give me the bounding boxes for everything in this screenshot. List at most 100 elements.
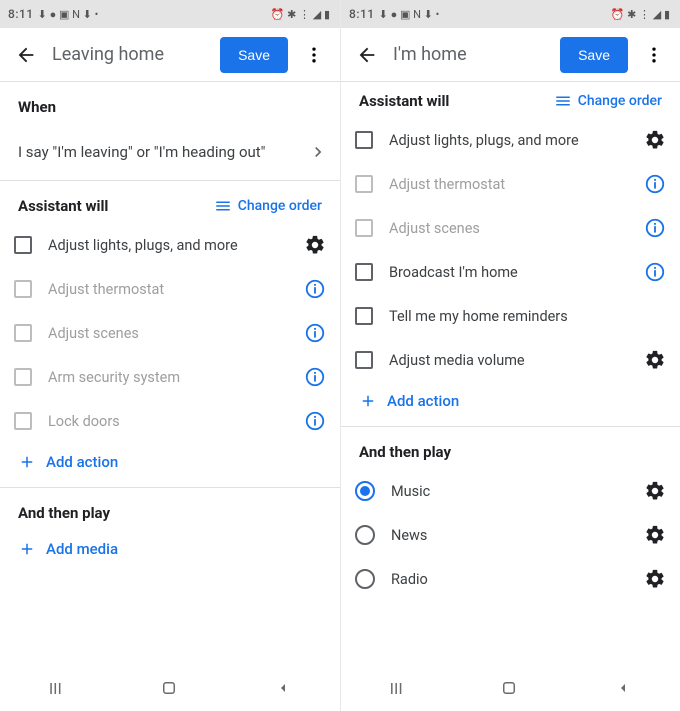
- section-when: When: [0, 82, 340, 124]
- action-label: Arm security system: [48, 369, 180, 386]
- checkbox[interactable]: [355, 307, 373, 325]
- checkbox[interactable]: [14, 412, 32, 430]
- gear-icon[interactable]: [644, 129, 666, 151]
- action-label: Adjust thermostat: [389, 176, 505, 193]
- action-item[interactable]: Adjust thermostat: [341, 162, 680, 206]
- action-label: Adjust scenes: [48, 325, 139, 342]
- radio-button[interactable]: [355, 569, 375, 589]
- action-item[interactable]: Tell me my home reminders: [341, 294, 680, 338]
- screen-im-home: 8:11 ⬇ ● ▣ N ⬇ • ⏰ ✱ ⋮ ◢ ▮ I'm home Save…: [340, 0, 680, 711]
- play-option[interactable]: Radio: [341, 557, 680, 601]
- app-bar: I'm home Save: [341, 28, 680, 82]
- action-item[interactable]: Adjust lights, plugs, and more: [341, 118, 680, 162]
- info-icon[interactable]: [644, 173, 666, 195]
- info-icon[interactable]: [304, 410, 326, 432]
- arrow-left-icon: [15, 44, 37, 66]
- checkbox[interactable]: [14, 236, 32, 254]
- action-label: Adjust scenes: [389, 220, 480, 237]
- status-bar: 8:11 ⬇ ● ▣ N ⬇ • ⏰ ✱ ⋮ ◢ ▮: [0, 0, 340, 28]
- back-button[interactable]: [351, 39, 383, 71]
- checkbox[interactable]: [355, 175, 373, 193]
- gear-icon[interactable]: [644, 524, 666, 546]
- info-icon[interactable]: [304, 366, 326, 388]
- add-action-button[interactable]: Add action: [341, 382, 680, 426]
- add-media-button[interactable]: Add media: [0, 530, 340, 574]
- back-button[interactable]: [10, 39, 42, 71]
- action-label: Adjust lights, plugs, and more: [389, 132, 579, 149]
- checkbox[interactable]: [355, 219, 373, 237]
- plus-icon: [359, 392, 377, 410]
- screen-leaving-home: 8:11 ⬇ ● ▣ N ⬇ • ⏰ ✱ ⋮ ◢ ▮ Leaving home …: [0, 0, 340, 711]
- assistant-heading: Assistant will: [18, 197, 108, 215]
- action-item[interactable]: Lock doors: [0, 399, 340, 443]
- checkbox[interactable]: [14, 368, 32, 386]
- play-heading: And then play: [18, 504, 110, 522]
- info-icon[interactable]: [304, 322, 326, 344]
- section-assistant: Assistant will Change order: [0, 181, 340, 223]
- trigger-text: I say "I'm leaving" or "I'm heading out": [18, 143, 265, 161]
- action-item[interactable]: Adjust scenes: [0, 311, 340, 355]
- info-icon[interactable]: [304, 278, 326, 300]
- change-order-button[interactable]: Change order: [214, 197, 322, 215]
- status-time: 8:11: [349, 7, 375, 21]
- android-navbar: III: [341, 665, 680, 711]
- plus-icon: [18, 540, 36, 558]
- back-nav-button[interactable]: [615, 680, 631, 696]
- content: Assistant will Change order Adjust light…: [341, 82, 680, 665]
- checkbox[interactable]: [355, 351, 373, 369]
- add-media-label: Add media: [46, 540, 118, 558]
- play-heading: And then play: [359, 443, 451, 461]
- action-item[interactable]: Adjust lights, plugs, and more: [0, 223, 340, 267]
- action-label: Lock doors: [48, 413, 120, 430]
- content: When I say "I'm leaving" or "I'm heading…: [0, 82, 340, 665]
- home-button[interactable]: [500, 679, 518, 697]
- status-right-icons: ⏰ ✱ ⋮ ◢ ▮: [611, 8, 670, 21]
- more-vert-icon: [644, 45, 664, 65]
- radio-button[interactable]: [355, 525, 375, 545]
- when-heading: When: [18, 98, 56, 116]
- play-option-label: Radio: [391, 571, 428, 588]
- section-assistant: Assistant will Change order: [341, 82, 680, 118]
- overflow-button[interactable]: [298, 39, 330, 71]
- gear-icon[interactable]: [644, 349, 666, 371]
- gear-icon[interactable]: [644, 568, 666, 590]
- checkbox[interactable]: [355, 131, 373, 149]
- play-option-label: News: [391, 527, 427, 544]
- back-nav-button[interactable]: [275, 680, 291, 696]
- action-item[interactable]: Arm security system: [0, 355, 340, 399]
- recents-button[interactable]: III: [390, 679, 403, 698]
- app-bar: Leaving home Save: [0, 28, 340, 82]
- save-button[interactable]: Save: [560, 37, 628, 73]
- add-action-label: Add action: [387, 392, 459, 410]
- radio-button[interactable]: [355, 481, 375, 501]
- action-item[interactable]: Adjust scenes: [341, 206, 680, 250]
- section-play: And then play: [0, 488, 340, 530]
- arrow-left-icon: [356, 44, 378, 66]
- save-button[interactable]: Save: [220, 37, 288, 73]
- change-order-button[interactable]: Change order: [554, 92, 662, 110]
- add-action-button[interactable]: Add action: [0, 443, 340, 487]
- gear-icon[interactable]: [644, 480, 666, 502]
- play-option[interactable]: Music: [341, 469, 680, 513]
- action-item[interactable]: Adjust thermostat: [0, 267, 340, 311]
- android-navbar: III: [0, 665, 340, 711]
- home-button[interactable]: [160, 679, 178, 697]
- info-icon[interactable]: [644, 217, 666, 239]
- recents-button[interactable]: III: [49, 679, 62, 698]
- play-option[interactable]: News: [341, 513, 680, 557]
- overflow-button[interactable]: [638, 39, 670, 71]
- change-order-label: Change order: [238, 198, 322, 214]
- trigger-row[interactable]: I say "I'm leaving" or "I'm heading out": [0, 124, 340, 180]
- section-play: And then play: [341, 427, 680, 469]
- checkbox[interactable]: [355, 263, 373, 281]
- status-right-icons: ⏰ ✱ ⋮ ◢ ▮: [271, 8, 330, 21]
- info-icon[interactable]: [644, 261, 666, 283]
- action-item[interactable]: Adjust media volume: [341, 338, 680, 382]
- gear-icon[interactable]: [304, 234, 326, 256]
- action-item[interactable]: Broadcast I'm home: [341, 250, 680, 294]
- action-label: Adjust thermostat: [48, 281, 164, 298]
- status-time: 8:11: [8, 7, 34, 21]
- action-label: Adjust lights, plugs, and more: [48, 237, 238, 254]
- checkbox[interactable]: [14, 324, 32, 342]
- checkbox[interactable]: [14, 280, 32, 298]
